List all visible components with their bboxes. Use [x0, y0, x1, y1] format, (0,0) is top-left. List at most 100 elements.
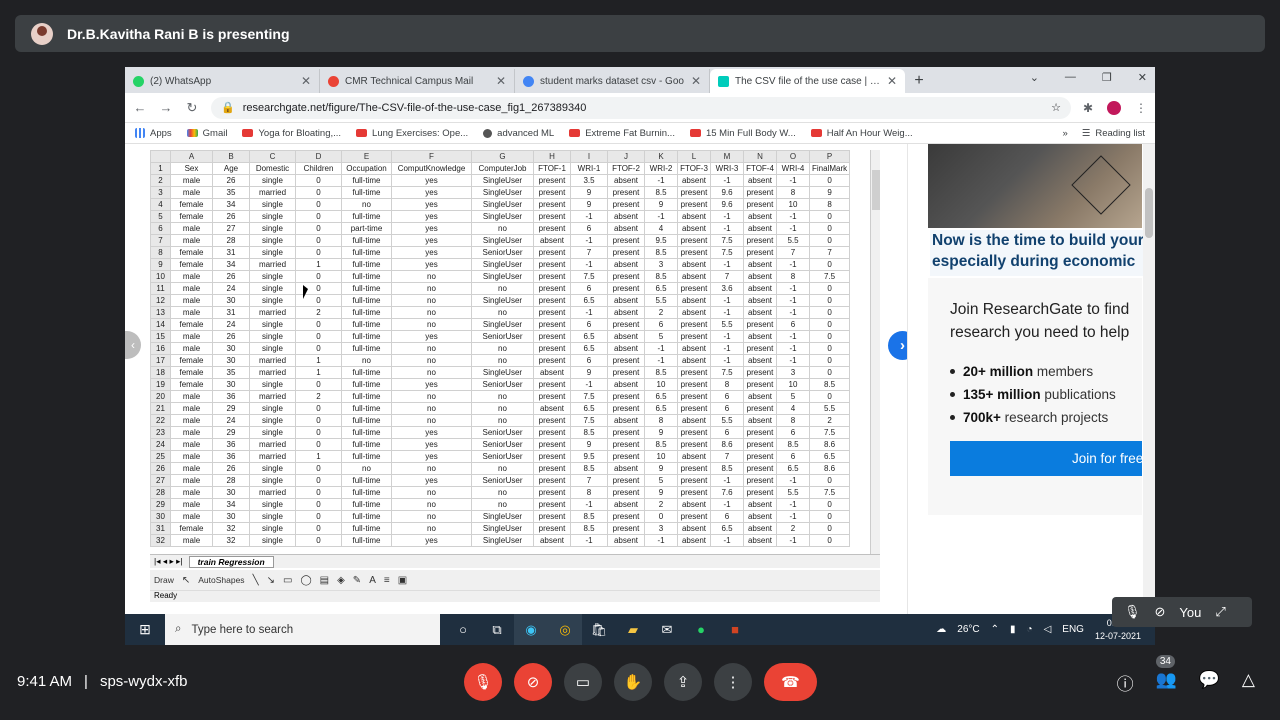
row-number[interactable]: 23	[150, 426, 171, 439]
select-icon[interactable]: ↖	[182, 575, 190, 586]
row-number[interactable]: 27	[150, 474, 171, 487]
chat-icon[interactable]: 💬	[1199, 670, 1220, 695]
row-number[interactable]: 18	[150, 366, 171, 379]
column-header[interactable]: P	[808, 150, 851, 163]
url-field[interactable]: 🔒 researchgate.net/figure/The-CSV-file-o…	[211, 96, 1071, 119]
column-header[interactable]: M	[710, 150, 744, 163]
row-number[interactable]: 26	[150, 462, 171, 475]
sheet-tab[interactable]: train Regression	[188, 555, 274, 568]
row-number[interactable]: 5	[150, 210, 171, 223]
camera-toggle-button[interactable]: ⊘	[514, 663, 552, 701]
expand-icon[interactable]: ⤢	[1215, 604, 1225, 620]
more-options-button[interactable]: ⋮	[714, 663, 752, 701]
people-icon[interactable]: 👥	[1156, 670, 1177, 695]
row-number[interactable]: 32	[150, 534, 171, 547]
row-number[interactable]: 22	[150, 414, 171, 427]
ad-headline[interactable]: Now is the time to build your especially…	[930, 230, 1144, 276]
bookmark-lung[interactable]: Lung Exercises: Ope...	[356, 128, 468, 139]
weather-icon[interactable]: ☁	[936, 624, 946, 635]
volume-icon[interactable]: ◁	[1044, 624, 1052, 635]
battery-icon[interactable]: ▮	[1010, 624, 1016, 635]
join-button[interactable]: Join for free	[950, 441, 1142, 476]
bookmark-halfhour[interactable]: Half An Hour Weig...	[810, 128, 913, 139]
file-explorer-icon[interactable]: ▰	[616, 614, 650, 645]
restore-icon[interactable]: ❐	[1102, 71, 1112, 84]
bookmark-fullbody[interactable]: 15 Min Full Body W...	[689, 128, 796, 139]
column-header[interactable]: B	[212, 150, 250, 163]
column-header[interactable]	[150, 150, 171, 163]
chevron-up-icon[interactable]: ⌃	[991, 624, 999, 635]
store-icon[interactable]: 🛍	[582, 614, 616, 645]
language-indicator[interactable]: ENG	[1062, 624, 1084, 635]
row-number[interactable]: 25	[150, 450, 171, 463]
bookmark-star-icon[interactable]: ☆	[1051, 101, 1061, 114]
row-number[interactable]: 8	[150, 246, 171, 259]
tab-researchgate[interactable]: The CSV file of the use case | Da ✕	[710, 69, 905, 93]
row-number[interactable]: 1	[150, 162, 171, 175]
chrome-icon[interactable]: ◎	[548, 614, 582, 645]
self-view-tile[interactable]: 🎙 ⊘ You ⤢	[1112, 597, 1252, 627]
column-header[interactable]: L	[677, 150, 711, 163]
bookmark-apps[interactable]: Apps	[135, 128, 172, 139]
line-icon[interactable]: ╲	[253, 575, 259, 586]
bookmark-fat[interactable]: Extreme Fat Burnin...	[569, 128, 675, 139]
present-button[interactable]: ⇪	[664, 663, 702, 701]
leave-call-button[interactable]: ☎	[764, 663, 817, 701]
shadow-icon[interactable]: ▣	[398, 575, 407, 586]
bookmark-yoga[interactable]: Yoga for Bloating,...	[242, 128, 341, 139]
wifi-icon[interactable]: ◔	[1027, 624, 1033, 635]
column-header[interactable]: C	[249, 150, 296, 163]
sheet-scrollbar[interactable]	[870, 150, 880, 554]
line-style-icon[interactable]: ≡	[384, 575, 390, 586]
forward-icon[interactable]: →	[159, 100, 173, 115]
tab-search-icon[interactable]: ⌄	[1030, 71, 1039, 84]
row-number[interactable]: 7	[150, 234, 171, 247]
back-icon[interactable]: ←	[133, 100, 147, 115]
column-header[interactable]: J	[607, 150, 645, 163]
reload-icon[interactable]: ↻	[185, 100, 199, 116]
column-header[interactable]: D	[295, 150, 342, 163]
row-number[interactable]: 17	[150, 354, 171, 367]
task-view-icon[interactable]: ⧉	[480, 614, 514, 645]
row-number[interactable]: 24	[150, 438, 171, 451]
row-number[interactable]: 21	[150, 402, 171, 415]
draw-menu[interactable]: Draw	[154, 575, 174, 585]
font-color-icon[interactable]: A	[369, 575, 376, 586]
column-header[interactable]: I	[570, 150, 608, 163]
info-icon[interactable]: ⓘ	[1117, 670, 1134, 695]
row-number[interactable]: 6	[150, 222, 171, 235]
captions-button[interactable]: ▭	[564, 663, 602, 701]
page-scrollbar[interactable]	[1143, 144, 1155, 645]
fill-color-icon[interactable]: ◈	[337, 575, 345, 586]
minimize-icon[interactable]: —	[1065, 71, 1076, 84]
column-header[interactable]: O	[776, 150, 810, 163]
menu-icon[interactable]: ⋮	[1135, 101, 1147, 115]
close-icon[interactable]: ✕	[301, 74, 311, 88]
close-icon[interactable]: ✕	[887, 74, 897, 88]
cortana-icon[interactable]: ○	[446, 614, 480, 645]
close-window-icon[interactable]: ✕	[1138, 71, 1147, 84]
close-icon[interactable]: ✕	[496, 74, 506, 88]
sheet-nav-icon[interactable]: |◂ ◂ ▸ ▸|	[154, 556, 183, 567]
column-header[interactable]: H	[533, 150, 571, 163]
whatsapp-icon[interactable]: ●	[684, 614, 718, 645]
activities-icon[interactable]: △	[1242, 670, 1255, 695]
column-header[interactable]: K	[644, 150, 678, 163]
raise-hand-button[interactable]: ✋	[614, 663, 652, 701]
reading-list[interactable]: ☰ Reading list	[1082, 128, 1145, 139]
bookmark-gmail[interactable]: Gmail	[186, 128, 227, 139]
column-header[interactable]: A	[170, 150, 213, 163]
taskbar-search[interactable]: ⌕ Type here to search	[165, 614, 440, 645]
row-number[interactable]: 31	[150, 522, 171, 535]
mic-toggle-button[interactable]: 🎙	[464, 663, 502, 701]
row-number[interactable]: 20	[150, 390, 171, 403]
row-number[interactable]: 10	[150, 270, 171, 283]
column-header[interactable]: G	[471, 150, 534, 163]
autoshapes-menu[interactable]: AutoShapes	[198, 575, 244, 585]
arrow-icon[interactable]: ↘	[267, 575, 275, 586]
row-number[interactable]: 28	[150, 486, 171, 499]
line-color-icon[interactable]: ✎	[353, 575, 361, 586]
row-number[interactable]: 11	[150, 282, 171, 295]
rectangle-icon[interactable]: ▭	[283, 575, 292, 586]
row-number[interactable]: 30	[150, 510, 171, 523]
